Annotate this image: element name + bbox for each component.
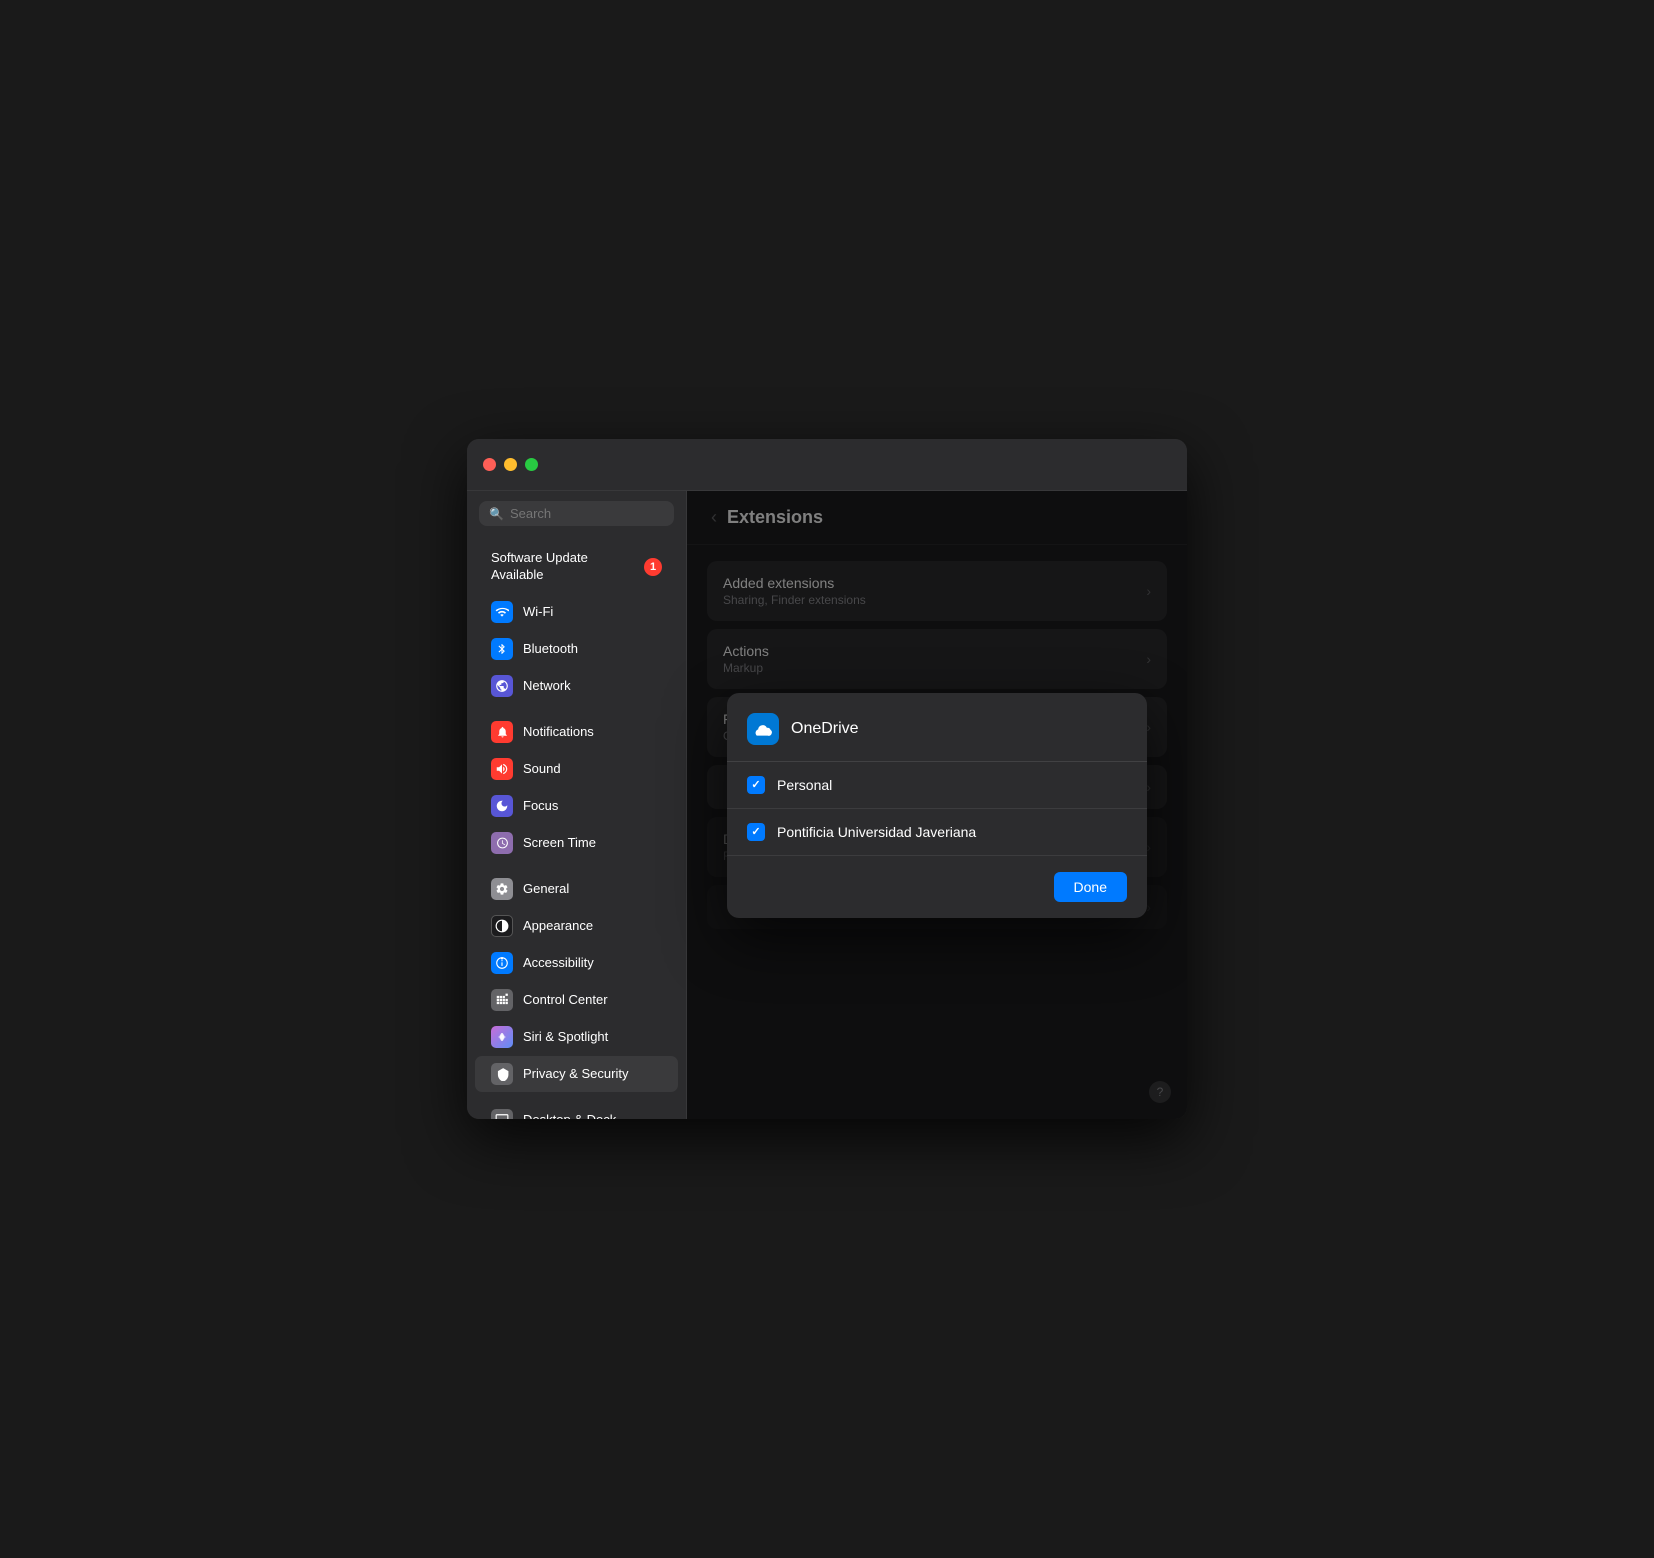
close-button[interactable] [483,458,496,471]
sidebar-item-siri-label: Siri & Spotlight [523,1029,608,1044]
accessibility-icon [491,952,513,974]
maximize-button[interactable] [525,458,538,471]
personal-checkbox[interactable]: ✓ [747,776,765,794]
search-icon: 🔍 [489,507,504,521]
sidebar-item-notifications[interactable]: Notifications [475,714,678,750]
done-button[interactable]: Done [1054,872,1127,902]
universidad-checkmark: ✓ [751,825,760,838]
notifications-icon [491,721,513,743]
update-badge: 1 [644,558,662,576]
modal-app-name: OneDrive [791,720,859,738]
search-box[interactable]: 🔍 [479,501,674,526]
sidebar-item-controlcenter[interactable]: Control Center [475,982,678,1018]
controlcenter-icon [491,989,513,1011]
general-icon [491,878,513,900]
sidebar-item-wifi[interactable]: Wi-Fi [475,594,678,630]
titlebar [467,439,1187,491]
divider-3 [467,1093,686,1101]
sidebar-item-network-label: Network [523,678,571,693]
main-content: ‹ Extensions Added extensions Sharing, F… [687,491,1187,1119]
sidebar-item-accessibility[interactable]: Accessibility [475,945,678,981]
personal-label: Personal [777,777,832,793]
software-update-item[interactable]: Software Update Available 1 [475,542,678,592]
sidebar-item-network[interactable]: Network [475,668,678,704]
modal-overlay: OneDrive ✓ Personal ✓ Pontificia Univer [687,491,1187,1119]
sidebar-item-controlcenter-label: Control Center [523,992,608,1007]
modal-header: OneDrive [727,693,1147,762]
onedrive-modal: OneDrive ✓ Personal ✓ Pontificia Univer [727,693,1147,918]
search-input[interactable] [510,506,664,521]
sidebar-item-desktop-label: Desktop & Dock [523,1112,616,1119]
sidebar-item-accessibility-label: Accessibility [523,955,594,970]
privacy-icon [491,1063,513,1085]
sidebar-item-bluetooth-label: Bluetooth [523,641,578,656]
onedrive-app-icon [747,713,779,745]
sidebar-item-screentime[interactable]: Screen Time [475,825,678,861]
sound-icon [491,758,513,780]
sidebar: 🔍 Software Update Available 1 [467,491,687,1119]
bluetooth-icon [491,638,513,660]
sidebar-item-notifications-label: Notifications [523,724,594,739]
sidebar-item-bluetooth[interactable]: Bluetooth [475,631,678,667]
sidebar-item-siri[interactable]: Siri & Spotlight [475,1019,678,1055]
sidebar-item-general[interactable]: General [475,871,678,907]
search-container: 🔍 [467,491,686,536]
sidebar-item-desktop[interactable]: Desktop & Dock [475,1102,678,1119]
sidebar-list: Software Update Available 1 Wi-Fi [467,536,686,1119]
sidebar-item-appearance[interactable]: Appearance [475,908,678,944]
system-preferences-window: 🔍 Software Update Available 1 [467,439,1187,1119]
universidad-checkbox[interactable]: ✓ [747,823,765,841]
modal-item-universidad[interactable]: ✓ Pontificia Universidad Javeriana [727,809,1147,856]
sidebar-item-focus-label: Focus [523,798,558,813]
wifi-icon [491,601,513,623]
siri-icon [491,1026,513,1048]
sidebar-item-focus[interactable]: Focus [475,788,678,824]
divider-2 [467,862,686,870]
modal-footer: Done [727,856,1147,918]
minimize-button[interactable] [504,458,517,471]
personal-checkmark: ✓ [751,778,760,791]
screentime-icon [491,832,513,854]
software-update-text: Software Update Available [491,550,588,584]
appearance-icon [491,915,513,937]
sidebar-item-wifi-label: Wi-Fi [523,604,553,619]
modal-item-personal[interactable]: ✓ Personal [727,762,1147,809]
desktop-icon [491,1109,513,1119]
sidebar-item-sound-label: Sound [523,761,561,776]
network-icon [491,675,513,697]
sidebar-item-sound[interactable]: Sound [475,751,678,787]
traffic-lights [483,458,538,471]
window-content: 🔍 Software Update Available 1 [467,491,1187,1119]
sidebar-item-appearance-label: Appearance [523,918,593,933]
universidad-label: Pontificia Universidad Javeriana [777,824,976,840]
focus-icon [491,795,513,817]
sidebar-item-privacy[interactable]: Privacy & Security [475,1056,678,1092]
sidebar-item-screentime-label: Screen Time [523,835,596,850]
sidebar-item-privacy-label: Privacy & Security [523,1066,628,1081]
divider-1 [467,705,686,713]
sidebar-item-general-label: General [523,881,569,896]
